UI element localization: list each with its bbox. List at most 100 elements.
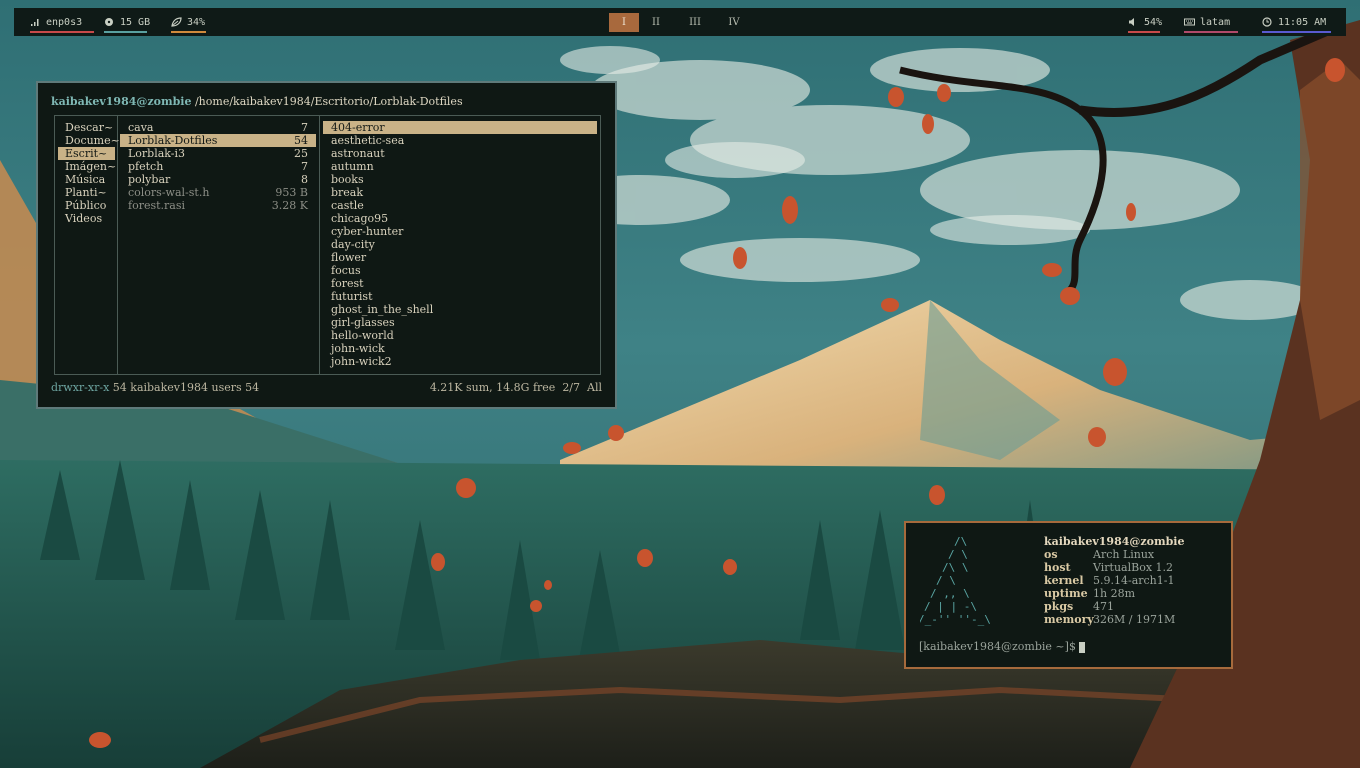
preview-item[interactable]: forest bbox=[323, 277, 597, 290]
network-signal-icon bbox=[30, 17, 40, 27]
preview-item[interactable]: break bbox=[323, 186, 597, 199]
preview-item-selected[interactable]: 404-error bbox=[323, 121, 597, 134]
status-summary: 4.21K sum, 14.8G free bbox=[429, 381, 556, 394]
keyboard-module[interactable]: latam bbox=[1184, 8, 1238, 36]
preview-item[interactable]: futurist bbox=[323, 290, 597, 303]
current-dir-item[interactable]: cava 7 bbox=[120, 121, 316, 134]
item-count: 25 bbox=[294, 147, 308, 160]
ranger-status-line: drwxr-xr-x 54 kaibakev1984 users 54 4.21… bbox=[51, 381, 602, 395]
svg-text:/_-'' ''-_\: /_-'' ''-_\ bbox=[920, 613, 991, 626]
fetch-value: 326M / 1971M bbox=[1093, 613, 1176, 626]
parent-dir-item[interactable]: Música bbox=[58, 173, 115, 186]
ranger-left-border bbox=[54, 115, 55, 375]
item-name: cava bbox=[128, 121, 154, 134]
disk-underline bbox=[104, 31, 147, 33]
svg-text:/\ \: /\ \ bbox=[942, 561, 969, 574]
preview-item[interactable]: john-wick bbox=[323, 342, 597, 355]
current-file-item[interactable]: forest.rasi 3.28 K bbox=[120, 199, 316, 212]
cpu-underline bbox=[171, 31, 206, 33]
preview-item[interactable]: day-city bbox=[323, 238, 597, 251]
keyboard-icon bbox=[1184, 17, 1195, 27]
status-owner-info: 54 kaibakev1984 users 54 bbox=[112, 381, 260, 394]
ranger-right-border bbox=[600, 115, 601, 375]
terminal-window[interactable]: /\ / \ /\ \ / \ / ,, \ / | | -\ /_-'' ''… bbox=[904, 521, 1233, 669]
fetch-value: 471 bbox=[1093, 600, 1114, 613]
preview-item[interactable]: cyber-hunter bbox=[323, 225, 597, 238]
parent-dir-item[interactable]: Docume~ bbox=[58, 134, 120, 147]
ranger-current-column: cava 7 Lorblak-Dotfiles 54 Lorblak-i3 25 pf… bbox=[120, 121, 316, 381]
workspace-2[interactable]: II bbox=[641, 13, 671, 32]
current-dir-item[interactable]: polybar 8 bbox=[120, 173, 316, 186]
preview-item[interactable]: astronaut bbox=[323, 147, 597, 160]
svg-text:/ \: / \ bbox=[936, 574, 956, 587]
fetch-row-uptime: uptime 1h 28m bbox=[1044, 587, 1184, 600]
arch-ascii-logo: /\ / \ /\ \ / \ / ,, \ / | | -\ /_-'' ''… bbox=[920, 535, 991, 626]
preview-item[interactable]: castle bbox=[323, 199, 597, 212]
cpu-usage: 34% bbox=[187, 16, 206, 28]
current-dir-item[interactable]: Lorblak-i3 25 bbox=[120, 147, 316, 160]
preview-item[interactable]: focus bbox=[323, 264, 597, 277]
preview-item[interactable]: hello-world bbox=[323, 329, 597, 342]
speaker-icon bbox=[1128, 17, 1138, 27]
preview-item[interactable]: flower bbox=[323, 251, 597, 264]
clock-underline bbox=[1262, 31, 1331, 33]
fetch-row-kernel: kernel 5.9.14-arch1-1 bbox=[1044, 574, 1184, 587]
item-name: forest.rasi bbox=[128, 199, 186, 212]
workspace-3[interactable]: III bbox=[680, 13, 710, 32]
current-dir-item[interactable]: pfetch 7 bbox=[120, 160, 316, 173]
clock-module[interactable]: 11:05 AM bbox=[1262, 8, 1331, 36]
item-name: pfetch bbox=[128, 160, 164, 173]
fetch-key: kernel bbox=[1044, 574, 1084, 587]
item-name: Lorblak-Dotfiles bbox=[128, 134, 218, 147]
parent-dir-item-selected[interactable]: Escrit~ bbox=[58, 147, 115, 160]
parent-dir-item[interactable]: Público bbox=[58, 199, 115, 212]
preview-item[interactable]: girl-glasses bbox=[323, 316, 597, 329]
preview-item[interactable]: john-wick2 bbox=[323, 355, 597, 368]
shell-prompt[interactable]: [kaibakev1984@zombie ~]$ bbox=[919, 640, 1085, 653]
ranger-file-manager-window[interactable]: kaibakev1984@zombie /home/kaibakev1984/E… bbox=[36, 81, 617, 409]
ranger-divider-1 bbox=[117, 116, 118, 375]
status-right: 4.21K sum, 14.8G free 2/7 All bbox=[430, 381, 602, 395]
svg-text:/ | | -\: / | | -\ bbox=[924, 600, 977, 613]
fetch-key: pkgs bbox=[1044, 600, 1074, 613]
cpu-leaf-icon bbox=[171, 17, 182, 27]
current-file-item[interactable]: colors-wal-st.h 953 B bbox=[120, 186, 316, 199]
clock-time: 11:05 AM bbox=[1278, 16, 1327, 28]
preview-item[interactable]: books bbox=[323, 173, 597, 186]
disk-module[interactable]: 15 GB bbox=[104, 8, 151, 36]
item-name: colors-wal-st.h bbox=[128, 186, 210, 199]
fetch-row-memory: memory326M / 1971M bbox=[1044, 613, 1184, 626]
ranger-preview-column: 404-error aesthetic-sea astronaut autumn… bbox=[323, 121, 597, 381]
cpu-module[interactable]: 34% bbox=[171, 8, 206, 36]
volume-module[interactable]: 54% bbox=[1128, 8, 1162, 36]
network-module[interactable]: enp0s3 bbox=[30, 8, 94, 36]
item-count: 8 bbox=[301, 173, 308, 186]
parent-dir-item[interactable]: Planti~ bbox=[58, 186, 115, 199]
parent-dir-item[interactable]: Descar~ bbox=[58, 121, 115, 134]
preview-item[interactable]: chicago95 bbox=[323, 212, 597, 225]
fetch-value: 5.9.14-arch1-1 bbox=[1093, 574, 1175, 587]
ranger-user-host: kaibakev1984@zombie bbox=[51, 95, 192, 108]
item-name: Lorblak-i3 bbox=[128, 147, 186, 160]
status-view: All bbox=[587, 381, 602, 394]
system-info: kaibakev1984@zombie os Arch Linux host Vir… bbox=[1044, 535, 1184, 626]
item-count: 7 bbox=[301, 121, 308, 134]
parent-dir-item[interactable]: Videos bbox=[58, 212, 115, 225]
preview-item[interactable]: aesthetic-sea bbox=[323, 134, 597, 147]
svg-text:/ \: / \ bbox=[948, 548, 968, 561]
preview-item[interactable]: ghost_in_the_shell bbox=[323, 303, 597, 316]
keyboard-underline bbox=[1184, 31, 1238, 33]
ranger-parent-column: Descar~ Docume~ Escrit~ Imágen~ Música P… bbox=[58, 121, 120, 381]
prompt-text: [kaibakev1984@zombie ~]$ bbox=[919, 640, 1076, 653]
svg-text:/\: /\ bbox=[954, 535, 967, 548]
disk-usage: 15 GB bbox=[120, 16, 151, 28]
preview-item[interactable]: autumn bbox=[323, 160, 597, 173]
workspace-4[interactable]: IV bbox=[719, 13, 749, 32]
item-size: 3.28 K bbox=[271, 199, 308, 212]
fetch-key: os bbox=[1044, 548, 1058, 561]
parent-dir-item[interactable]: Imágen~ bbox=[58, 160, 116, 173]
current-dir-item-selected[interactable]: Lorblak-Dotfiles 54 bbox=[120, 134, 316, 147]
ranger-current-path: /home/kaibakev1984/Escritorio/Lorblak-Do… bbox=[194, 95, 463, 108]
workspace-1[interactable]: I bbox=[609, 13, 639, 32]
ranger-path-line: kaibakev1984@zombie /home/kaibakev1984/E… bbox=[51, 95, 463, 108]
